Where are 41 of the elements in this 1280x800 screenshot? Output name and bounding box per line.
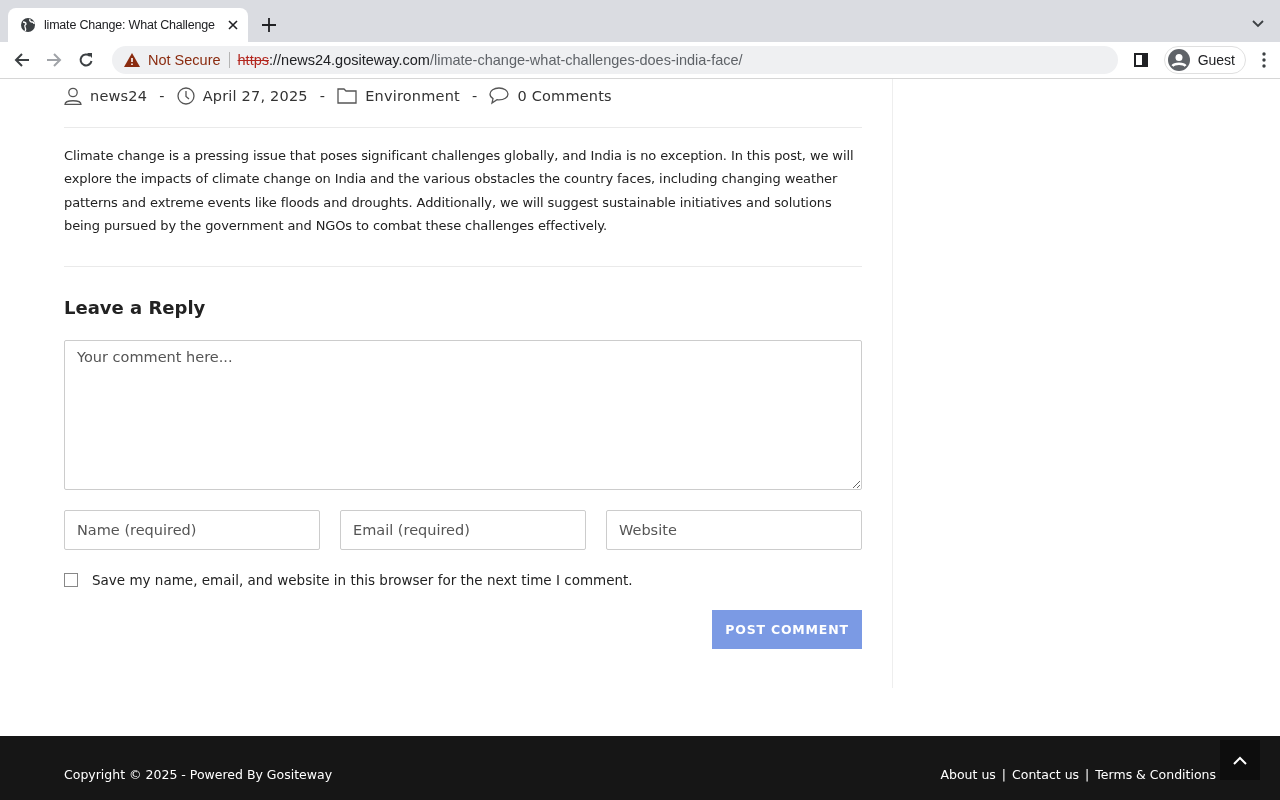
meta-separator: - <box>159 88 165 104</box>
post-excerpt: Climate change is a pressing issue that poses significant challenges globally, and India is no exception. In this post, we will explore the impacts of climate change on India and the various obstacles the country faces, including changing weather patterns and extreme events like floods and droughts. Additionally, we will suggest sustainable initiatives and solutions being pursued by the government and NGOs to combat these challenges effectively. <box>64 147 855 236</box>
category-link[interactable]: Environment <box>365 88 460 104</box>
chevron-up-icon <box>1233 755 1247 765</box>
scroll-to-top-button[interactable] <box>1220 740 1260 780</box>
back-icon[interactable] <box>14 52 30 68</box>
input-field[interactable]: Email (required) <box>340 509 586 550</box>
checkbox-label: Save my name, email, and website in this browser for the next time I comment. <box>92 571 633 588</box>
input-field[interactable]: Name (required) <box>64 509 320 550</box>
warning-icon <box>124 53 140 67</box>
chevron-down-icon[interactable] <box>1252 20 1264 28</box>
footer-link[interactable]: About us <box>940 767 996 782</box>
link-separator: | <box>1085 767 1090 782</box>
clock-icon <box>176 87 195 105</box>
speech-bubble-icon <box>489 87 510 105</box>
folder-icon <box>337 88 358 104</box>
input-field[interactable]: Website <box>606 509 862 550</box>
side-panel-icon[interactable] <box>1133 53 1148 67</box>
link-separator: | <box>1001 767 1007 782</box>
globe-icon <box>20 17 36 33</box>
person-icon <box>64 87 82 105</box>
footer-link[interactable]: Contact us <box>1012 767 1080 782</box>
author-link[interactable]: news24 <box>90 88 148 104</box>
meta-separator: - <box>472 88 478 104</box>
comment-field[interactable]: Your comment here... <box>64 339 862 490</box>
address-bar[interactable]: Not Secure https://news24.gositeway.com/limate-change-what-challenges-does-india-face/ <box>112 46 1118 74</box>
post-date: April 27, 2025 <box>202 88 308 104</box>
url-text: https://news24.gositeway.com/limate-change-what-challenges-does-india-face/ <box>237 52 743 68</box>
browser-tab[interactable]: limate Change: What Challenge <box>8 8 248 42</box>
meta-separator: - <box>319 88 326 104</box>
avatar-icon <box>1167 49 1190 71</box>
close-icon[interactable] <box>228 20 238 30</box>
comments-link[interactable]: 0 Comments <box>517 88 612 104</box>
more-icon[interactable] <box>1262 52 1266 68</box>
security-label: Not Secure <box>148 52 221 68</box>
checkbox[interactable] <box>64 572 78 587</box>
new-tab-icon[interactable] <box>262 18 276 32</box>
reload-icon[interactable] <box>78 52 94 68</box>
copyright-text: Copyright © 2025 - Powered By Gositeway <box>64 767 333 782</box>
footer-link[interactable]: Terms & Conditions <box>1095 767 1216 782</box>
reply-heading: Leave a Reply <box>64 296 207 318</box>
